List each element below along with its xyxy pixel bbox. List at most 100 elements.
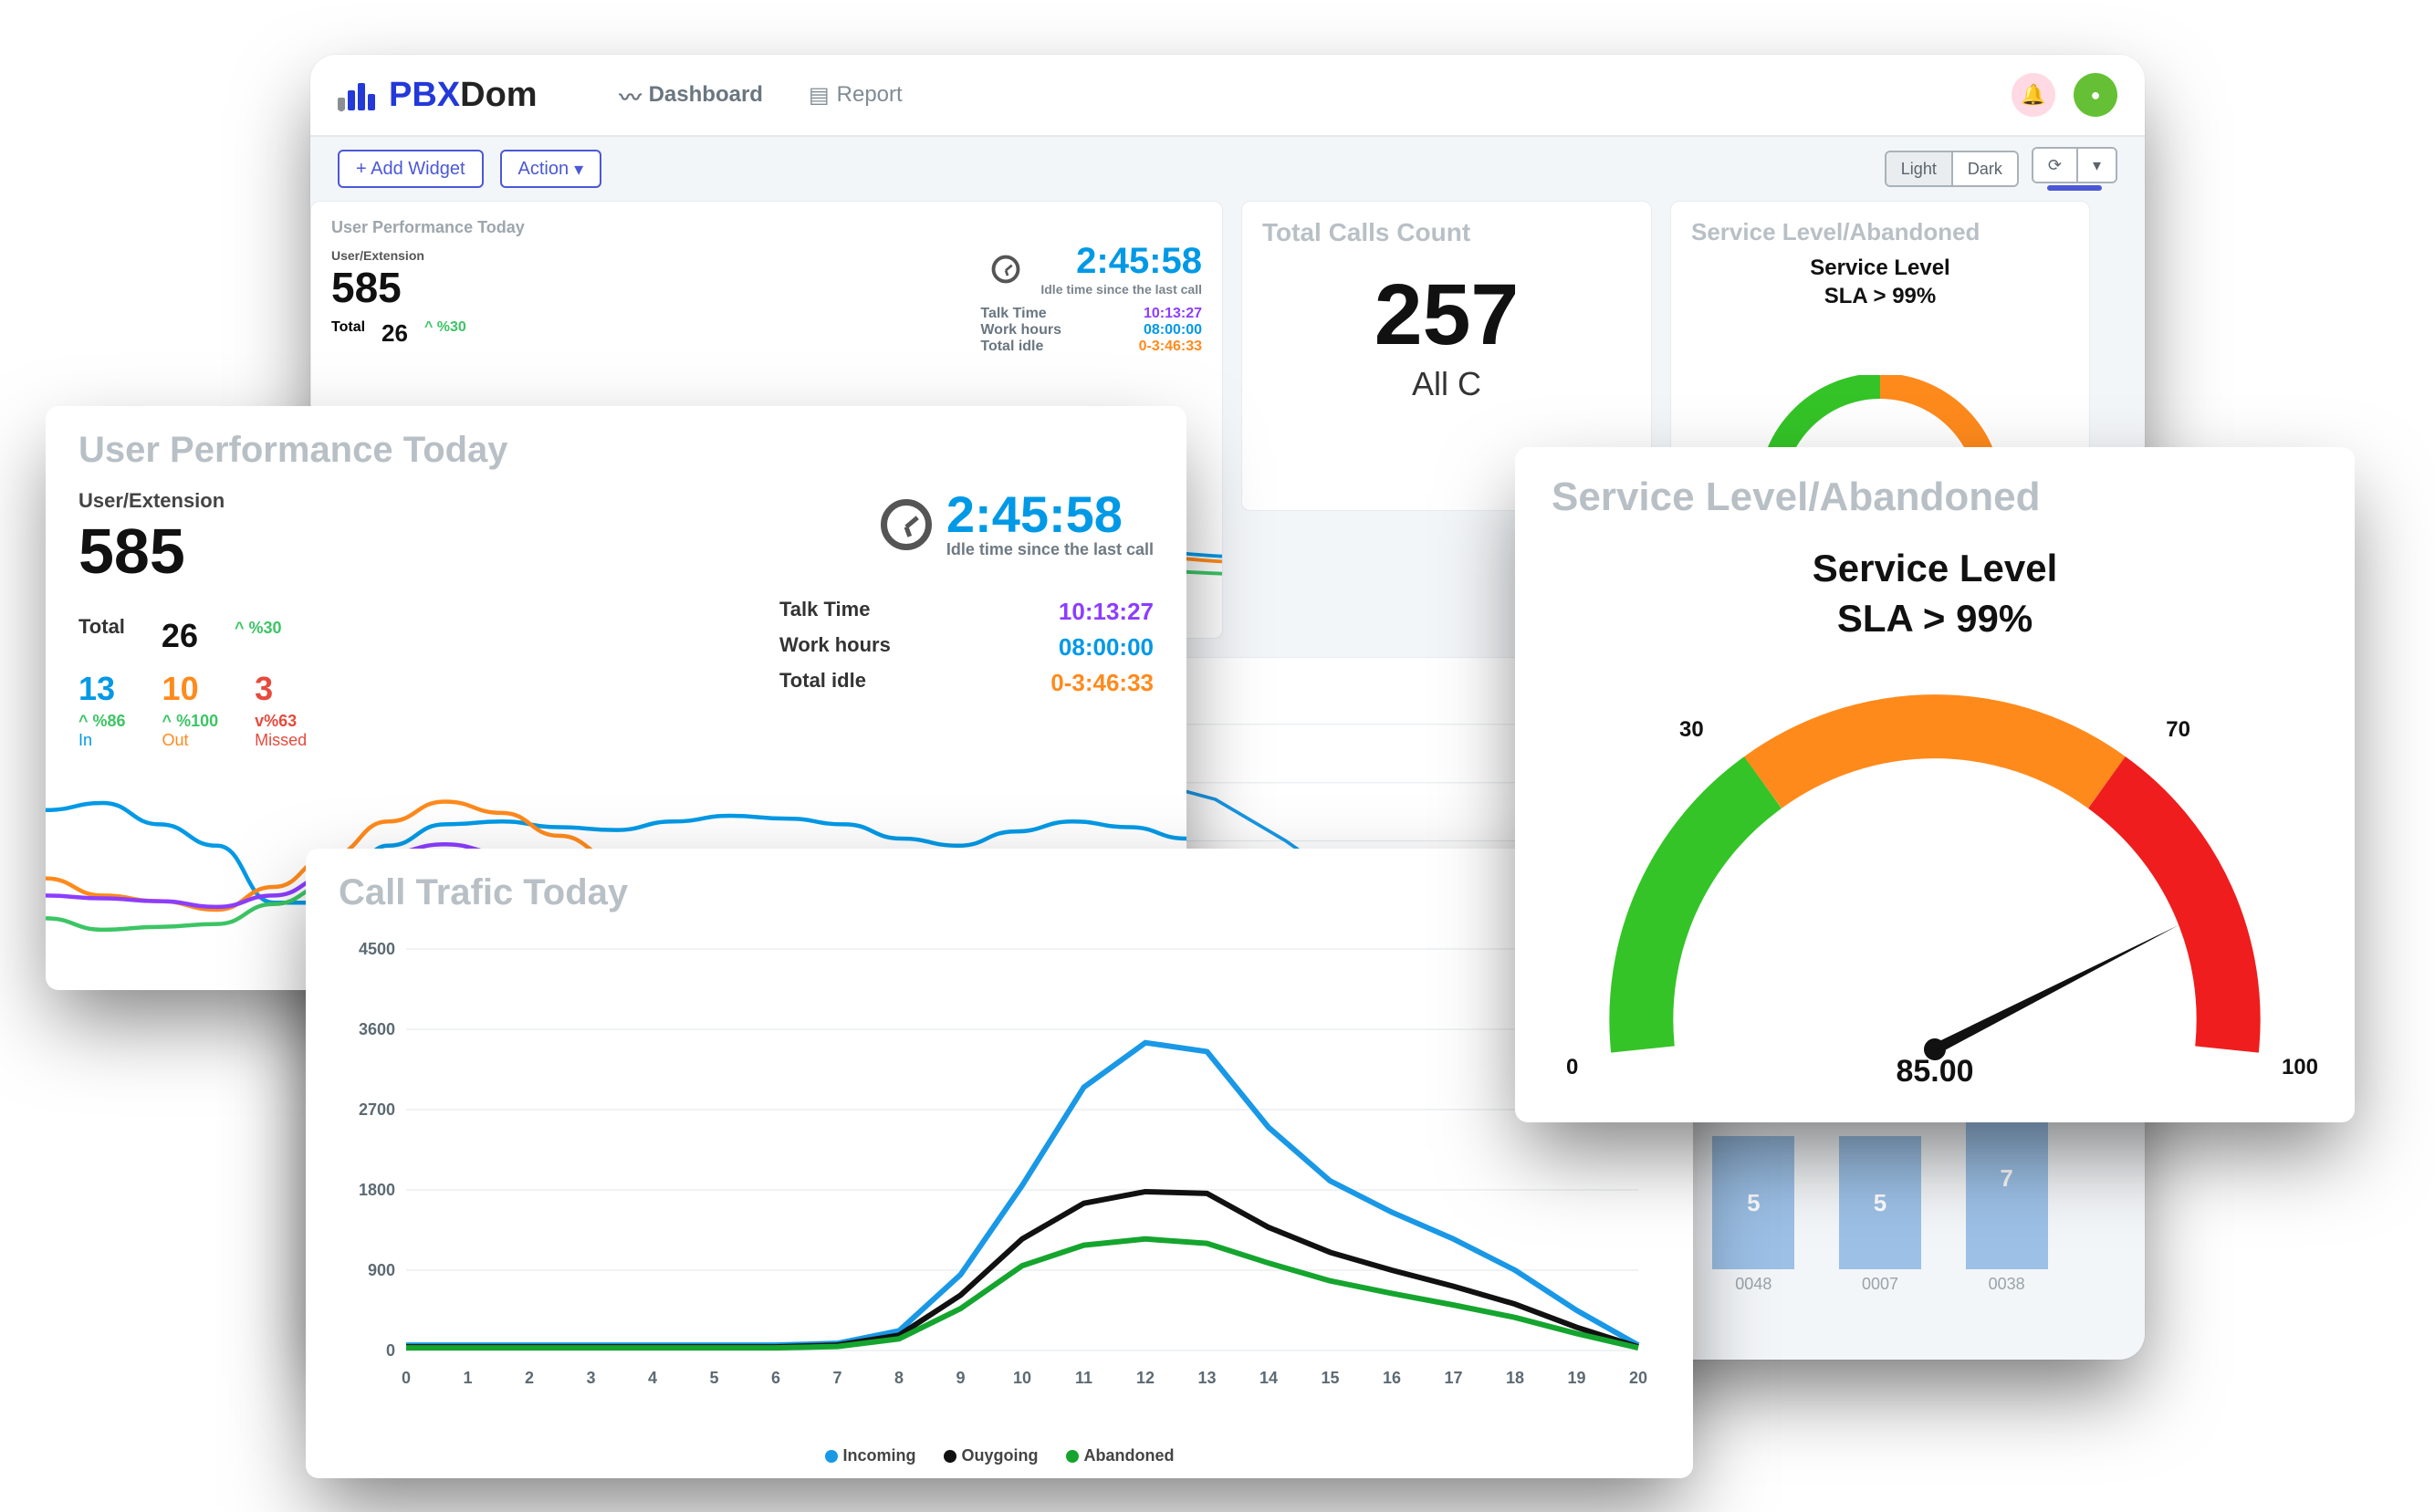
- svg-text:3: 3: [586, 1369, 595, 1387]
- bar-label: 0007: [1862, 1275, 1898, 1294]
- gauge-svg: [1570, 684, 2300, 1086]
- miss-value: 3: [255, 670, 307, 708]
- out-value: 10: [162, 670, 219, 708]
- theme-dark-button[interactable]: Dark: [1953, 152, 2017, 185]
- active-tab-underline: [2047, 185, 2102, 191]
- svg-text:15: 15: [1321, 1369, 1339, 1387]
- brand-suffix: Dom: [460, 76, 537, 114]
- svg-text:1: 1: [463, 1369, 472, 1387]
- svg-text:9: 9: [956, 1369, 965, 1387]
- brand-logo: PBXDom: [338, 76, 538, 115]
- card-title: User Performance Today: [78, 430, 1154, 471]
- svg-text:11: 11: [1075, 1369, 1092, 1387]
- svg-text:20: 20: [1629, 1369, 1647, 1387]
- out-pct: ^ %100: [162, 712, 219, 731]
- card-call-traffic-float: Call Trafic Today 0900180027003600450001…: [306, 849, 1693, 1478]
- pulse-icon: 〰: [620, 79, 642, 111]
- legend-dot-incoming-icon: [825, 1450, 838, 1463]
- svg-text:10: 10: [1013, 1369, 1031, 1387]
- tick-30: 30: [1679, 717, 1704, 743]
- svg-text:14: 14: [1259, 1369, 1278, 1387]
- dot-icon: ●: [2091, 86, 2101, 105]
- idle-time: 2:45:58: [946, 489, 1154, 540]
- svg-text:1800: 1800: [359, 1181, 395, 1199]
- app-header: PBXDom 〰 Dashboard ▤ Report 🔔 ●: [310, 55, 2145, 137]
- refresh-button[interactable]: ⟳: [2033, 149, 2078, 182]
- out-label: Out: [162, 731, 219, 750]
- legend: Incoming Ouygoing Abandoned: [306, 1446, 1693, 1465]
- total-value: 26: [162, 617, 198, 655]
- bar-label: 0048: [1735, 1275, 1771, 1294]
- svg-text:2: 2: [525, 1369, 534, 1387]
- svg-text:18: 18: [1506, 1369, 1524, 1387]
- nav-links: 〰 Dashboard ▤ Report: [620, 79, 903, 111]
- card-title: Service Level/Abandoned: [1691, 218, 2069, 246]
- theme-segment: Light Dark: [1885, 151, 2019, 187]
- brand-prefix: PBX: [389, 76, 460, 114]
- tick-70: 70: [2166, 717, 2190, 743]
- total-value: 26: [381, 319, 408, 348]
- miss-label: Missed: [255, 731, 307, 750]
- total-label: Total: [78, 615, 125, 639]
- refresh-segment: ⟳ ▾: [2032, 147, 2117, 183]
- gauge: 0 30 70 100 85.00: [1515, 675, 2355, 1095]
- card-title: Call Trafic Today: [339, 872, 1660, 913]
- legend-dot-outgoing-icon: [944, 1450, 956, 1463]
- svg-text:4500: 4500: [359, 940, 395, 958]
- notifications-button[interactable]: 🔔: [2012, 73, 2055, 117]
- nav-dashboard[interactable]: 〰 Dashboard: [620, 79, 763, 111]
- bar-label: 0038: [1989, 1275, 2025, 1294]
- refresh-icon: ⟳: [2048, 156, 2062, 175]
- svg-text:7: 7: [832, 1369, 841, 1387]
- bar-chart: 500485000770038: [1690, 1111, 2070, 1294]
- idle-time: 2:45:58: [1040, 241, 1202, 282]
- total-calls-sub: All C: [1262, 365, 1631, 403]
- in-label: In: [78, 731, 126, 750]
- theme-light-button[interactable]: Light: [1886, 152, 1953, 185]
- header-right: 🔔 ●: [2012, 73, 2117, 117]
- card-title: Total Calls Count: [1262, 218, 1631, 247]
- svg-text:5: 5: [709, 1369, 718, 1387]
- chevron-down-icon: ▾: [574, 158, 583, 181]
- bar: 5: [1712, 1136, 1794, 1269]
- svg-text:2700: 2700: [359, 1100, 395, 1119]
- svg-text:6: 6: [771, 1369, 780, 1387]
- clock-icon: [881, 499, 932, 550]
- svg-text:3600: 3600: [359, 1020, 395, 1038]
- legend-dot-abandoned-icon: [1066, 1450, 1079, 1463]
- bar: 5: [1839, 1136, 1921, 1269]
- chevron-down-icon: ▾: [2093, 156, 2101, 175]
- extension-number: 585: [331, 263, 962, 312]
- svg-text:17: 17: [1444, 1369, 1462, 1387]
- svg-text:13: 13: [1197, 1369, 1216, 1387]
- total-pct: ^ %30: [235, 619, 282, 638]
- svg-text:19: 19: [1567, 1369, 1585, 1387]
- traffic-chart: 0900180027003600450001234567891011121314…: [342, 940, 1656, 1396]
- svg-text:16: 16: [1383, 1369, 1401, 1387]
- status-button[interactable]: ●: [2074, 73, 2117, 117]
- clock-icon: [992, 255, 1020, 283]
- nav-report[interactable]: ▤ Report: [809, 82, 903, 109]
- total-calls-value: 257: [1262, 266, 1631, 365]
- svg-text:900: 900: [368, 1261, 395, 1279]
- add-widget-button[interactable]: + Add Widget: [338, 150, 484, 188]
- refresh-menu-button[interactable]: ▾: [2078, 149, 2116, 182]
- idle-sub: Idle time since the last call: [946, 540, 1154, 559]
- in-pct: ^ %86: [78, 712, 126, 731]
- total-label: Total: [331, 319, 365, 348]
- bell-icon: 🔔: [2021, 83, 2045, 107]
- extension-number: 585: [78, 515, 779, 588]
- svg-text:12: 12: [1136, 1369, 1155, 1387]
- idle-sub: Idle time since the last call: [1040, 282, 1202, 297]
- sla-line1: Service Level: [1552, 544, 2318, 594]
- gauge-value: 85.00: [1515, 1054, 2355, 1090]
- svg-text:8: 8: [894, 1369, 904, 1387]
- miss-pct: v%63: [255, 712, 307, 731]
- total-pct: ^ %30: [424, 319, 466, 348]
- action-dropdown[interactable]: Action ▾: [500, 150, 602, 188]
- user-ext-label: User/Extension: [78, 489, 779, 513]
- sla-line2: SLA > 99%: [1691, 282, 2069, 310]
- document-icon: ▤: [809, 82, 830, 109]
- card-sla-float: Service Level/Abandoned Service Level SL…: [1515, 447, 2355, 1122]
- sla-line2: SLA > 99%: [1552, 594, 2318, 644]
